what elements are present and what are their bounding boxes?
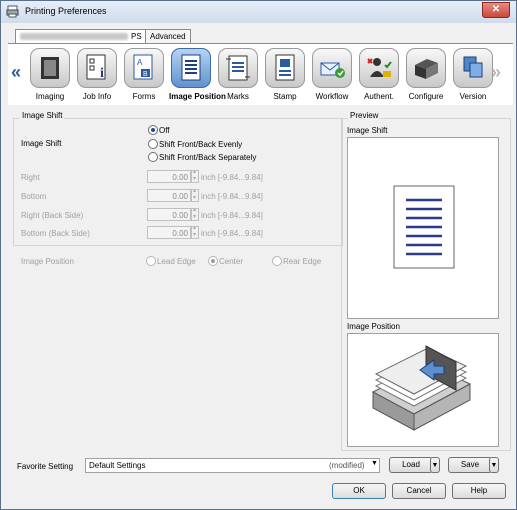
right-unit: inch [-9.84...9.84] bbox=[201, 173, 263, 182]
right-value-field[interactable]: 0.00 bbox=[147, 170, 191, 183]
authentication-label: Authent. bbox=[364, 92, 394, 101]
workflow-icon bbox=[320, 62, 345, 78]
configure-label: Configure bbox=[408, 92, 444, 101]
image-position-preview bbox=[347, 333, 499, 447]
chevron-down-icon: ▼ bbox=[431, 462, 439, 469]
lead-edge-radio[interactable] bbox=[146, 256, 156, 266]
image-shift-preview bbox=[347, 137, 499, 319]
favorite-setting-value: Default Settings bbox=[89, 461, 146, 470]
load-button[interactable]: Load bbox=[389, 457, 433, 473]
redacted-printer-name bbox=[20, 33, 128, 41]
cancel-button[interactable]: Cancel bbox=[392, 483, 446, 499]
preview-image-shift-label: Image Shift bbox=[347, 126, 388, 135]
close-button[interactable]: ✕ bbox=[482, 2, 510, 18]
right-back-side-label: Right (Back Side) bbox=[21, 211, 84, 220]
favorite-setting-combo[interactable]: Default Settings (modified) ▼ bbox=[85, 458, 380, 473]
bottom-back-side-label: Bottom (Back Side) bbox=[21, 229, 90, 238]
load-dropdown-button[interactable]: ▼ bbox=[430, 457, 440, 473]
marks-button[interactable]: Marks bbox=[216, 48, 260, 101]
right-back-side-value-field[interactable]: 0.00 bbox=[147, 208, 191, 221]
shift-separately-radio[interactable] bbox=[148, 152, 158, 162]
help-button[interactable]: Help bbox=[452, 483, 506, 499]
bottom-label: Bottom bbox=[21, 192, 47, 201]
rear-edge-label: Rear Edge bbox=[283, 257, 322, 266]
version-button[interactable]: Version bbox=[451, 48, 495, 101]
save-dropdown-button[interactable]: ▼ bbox=[489, 457, 499, 473]
version-icon bbox=[463, 56, 483, 78]
job-info-label: Job Info bbox=[82, 92, 112, 101]
bottom-back-side-spinner[interactable] bbox=[191, 224, 199, 239]
svg-text:i: i bbox=[100, 66, 104, 81]
marks-label: Marks bbox=[227, 92, 249, 101]
imaging-label: Imaging bbox=[35, 92, 65, 101]
title-bar: Printing Preferences ✕ bbox=[1, 1, 516, 23]
job-info-icon: i bbox=[86, 54, 106, 81]
window-title: Printing Preferences bbox=[25, 6, 107, 16]
workflow-label: Workflow bbox=[315, 92, 349, 101]
stamp-icon bbox=[275, 54, 295, 81]
center-radio[interactable] bbox=[208, 256, 218, 266]
right-label: Right bbox=[21, 173, 40, 182]
bottom-unit: inch [-9.84...9.84] bbox=[201, 192, 263, 201]
forms-button[interactable]: AB Forms bbox=[122, 48, 166, 101]
lead-edge-label: Lead Edge bbox=[157, 257, 196, 266]
tab-advanced[interactable]: Advanced bbox=[145, 29, 191, 43]
shift-evenly-radio[interactable] bbox=[148, 139, 158, 149]
printer-icon bbox=[6, 5, 19, 18]
preview-image-position-label: Image Position bbox=[347, 322, 400, 331]
chevron-down-icon: ▼ bbox=[371, 460, 378, 467]
bottom-value-field[interactable]: 0.00 bbox=[147, 189, 191, 202]
right-back-side-spinner[interactable] bbox=[191, 206, 199, 221]
forms-label: Forms bbox=[132, 92, 156, 101]
footer-favorite-bar: Favorite Setting Default Settings (modif… bbox=[8, 453, 513, 477]
image-shift-off-label: Off bbox=[159, 126, 170, 135]
chevron-down-icon: ▼ bbox=[490, 462, 498, 469]
center-label: Center bbox=[219, 257, 244, 266]
stamp-label: Stamp bbox=[273, 92, 297, 101]
tab-ps[interactable]: PS bbox=[15, 29, 147, 44]
shift-separately-label: Shift Front/Back Separately bbox=[159, 153, 257, 162]
imaging-icon bbox=[41, 57, 59, 79]
bottom-back-side-value-field[interactable]: 0.00 bbox=[147, 226, 191, 239]
right-spinner[interactable] bbox=[191, 168, 199, 183]
printing-preferences-window: Printing Preferences ✕ PS Advanced « » I… bbox=[0, 0, 517, 510]
rear-edge-radio[interactable] bbox=[272, 256, 282, 266]
job-info-button[interactable]: i Job Info bbox=[75, 48, 119, 101]
image-position-field-label: Image Position bbox=[21, 257, 74, 266]
page-preview-icon bbox=[393, 185, 455, 269]
configure-button[interactable]: Configure bbox=[404, 48, 448, 101]
svg-text:B: B bbox=[143, 71, 148, 78]
ok-button[interactable]: OK bbox=[332, 483, 386, 499]
preview-title: Preview bbox=[348, 111, 381, 120]
save-button[interactable]: Save bbox=[448, 457, 492, 473]
modified-indicator: (modified) bbox=[329, 461, 365, 470]
function-icon-bar: « » Imaging i Job Info AB Forms Image Po… bbox=[8, 43, 513, 106]
image-position-icon bbox=[181, 54, 201, 81]
favorite-setting-label: Favorite Setting bbox=[17, 462, 74, 471]
paper-stack-icon bbox=[371, 345, 472, 431]
image-shift-group-title: Image Shift bbox=[20, 111, 65, 120]
stamp-button[interactable]: Stamp bbox=[263, 48, 307, 101]
image-position-panel: Image Shift Image Shift Off Shift Front/… bbox=[8, 105, 513, 453]
image-position-label: Image Position bbox=[169, 92, 226, 101]
image-shift-label: Image Shift bbox=[21, 139, 62, 148]
version-label: Version bbox=[459, 92, 487, 101]
image-shift-off-radio[interactable] bbox=[148, 125, 158, 135]
image-position-button[interactable]: Image Position bbox=[169, 48, 226, 101]
forms-icon: AB bbox=[133, 54, 153, 80]
bottom-back-side-unit: inch [-9.84...9.84] bbox=[201, 229, 263, 238]
authentication-icon bbox=[367, 58, 392, 77]
configure-icon bbox=[415, 59, 438, 79]
imaging-button[interactable]: Imaging bbox=[28, 48, 72, 101]
workflow-button[interactable]: Workflow bbox=[310, 48, 354, 101]
scroll-left-arrow[interactable]: « bbox=[11, 62, 21, 83]
authentication-button[interactable]: Authent. bbox=[357, 48, 401, 101]
bottom-spinner[interactable] bbox=[191, 187, 199, 202]
right-back-side-unit: inch [-9.84...9.84] bbox=[201, 211, 263, 220]
marks-icon bbox=[226, 55, 250, 81]
svg-text:A: A bbox=[137, 58, 143, 67]
shift-evenly-label: Shift Front/Back Evenly bbox=[159, 140, 243, 149]
